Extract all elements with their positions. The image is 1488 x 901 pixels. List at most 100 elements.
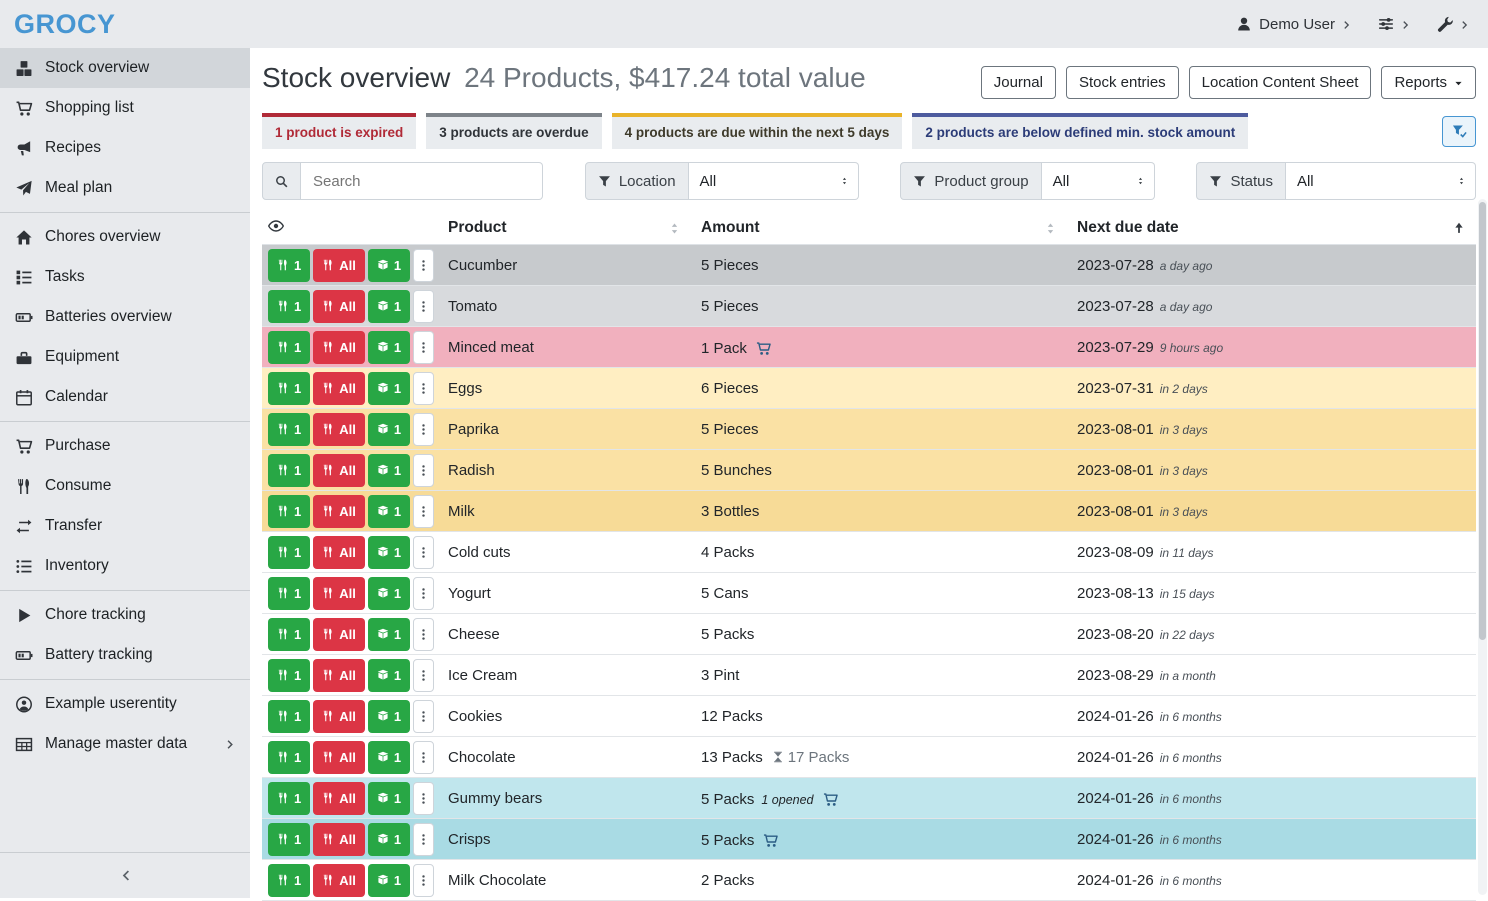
journal-button[interactable]: Journal [981,66,1056,99]
consume-one-button[interactable]: 1 [268,782,310,815]
sidebar-item-manage-master-data[interactable]: Manage master data [0,724,250,764]
sidebar-item-consume[interactable]: Consume [0,466,250,506]
table-row[interactable]: 1 All 1 Radish 5 Bunches 2023-08-01in 3 … [262,450,1476,491]
stock-entries-button[interactable]: Stock entries [1066,66,1179,99]
location-content-sheet-button[interactable]: Location Content Sheet [1189,66,1372,99]
consume-all-button[interactable]: All [313,249,365,282]
status-select[interactable]: All [1286,162,1476,200]
table-row[interactable]: 1 All 1 Crisps 5 Packs 2024-01-26in 6 mo… [262,819,1476,860]
consume-all-button[interactable]: All [313,741,365,774]
table-row[interactable]: 1 All 1 Gummy bears 5 Packs1 opened 2024… [262,778,1476,819]
table-row[interactable]: 1 All 1 Chocolate 13 Packs17 Packs 2024-… [262,737,1476,778]
table-row[interactable]: 1 All 1 Milk 3 Bottles 2023-08-01in 3 da… [262,491,1476,532]
open-one-button[interactable]: 1 [368,823,410,856]
consume-one-button[interactable]: 1 [268,577,310,610]
consume-all-button[interactable]: All [313,454,365,487]
consume-all-button[interactable]: All [313,290,365,323]
table-row[interactable]: 1 All 1 Cucumber 5 Pieces 2023-07-28a da… [262,245,1476,286]
sidebar-item-transfer[interactable]: Transfer [0,506,250,546]
row-menu-button[interactable] [413,536,434,569]
row-menu-button[interactable] [413,290,434,323]
column-amount[interactable]: Amount [691,212,1067,245]
consume-all-button[interactable]: All [313,331,365,364]
search-input[interactable] [301,162,543,200]
sidebar-item-calendar[interactable]: Calendar [0,377,250,417]
open-one-button[interactable]: 1 [368,372,410,405]
open-one-button[interactable]: 1 [368,864,410,897]
consume-all-button[interactable]: All [313,413,365,446]
open-one-button[interactable]: 1 [368,782,410,815]
consume-all-button[interactable]: All [313,536,365,569]
reports-dropdown-button[interactable]: Reports [1381,66,1476,99]
admin-menu[interactable] [1437,16,1470,32]
table-row[interactable]: 1 All 1 Milk Chocolate 2 Packs 2024-01-2… [262,860,1476,901]
consume-all-button[interactable]: All [313,864,365,897]
sidebar-item-meal-plan[interactable]: Meal plan [0,168,250,208]
scrollbar[interactable] [1478,199,1487,895]
open-one-button[interactable]: 1 [368,659,410,692]
consume-one-button[interactable]: 1 [268,454,310,487]
filter-toggle-button[interactable] [1442,116,1476,147]
column-visibility[interactable] [262,212,438,245]
consume-one-button[interactable]: 1 [268,249,310,282]
user-menu[interactable]: Demo User [1236,16,1352,33]
sidebar-item-battery-tracking[interactable]: Battery tracking [0,635,250,675]
status-box-expired[interactable]: 1 product is expired [262,113,416,149]
open-one-button[interactable]: 1 [368,249,410,282]
open-one-button[interactable]: 1 [368,495,410,528]
table-row[interactable]: 1 All 1 Eggs 6 Pieces 2023-07-31in 2 day… [262,368,1476,409]
table-row[interactable]: 1 All 1 Paprika 5 Pieces 2023-08-01in 3 … [262,409,1476,450]
row-menu-button[interactable] [413,782,434,815]
row-menu-button[interactable] [413,618,434,651]
app-logo[interactable]: GROCY [14,9,116,40]
consume-all-button[interactable]: All [313,659,365,692]
consume-all-button[interactable]: All [313,823,365,856]
open-one-button[interactable]: 1 [368,536,410,569]
scrollbar-thumb[interactable] [1479,202,1486,640]
row-menu-button[interactable] [413,577,434,610]
consume-one-button[interactable]: 1 [268,618,310,651]
consume-all-button[interactable]: All [313,372,365,405]
row-menu-button[interactable] [413,495,434,528]
sidebar-item-batteries-overview[interactable]: Batteries overview [0,297,250,337]
sidebar-item-recipes[interactable]: Recipes [0,128,250,168]
row-menu-button[interactable] [413,249,434,282]
row-menu-button[interactable] [413,700,434,733]
consume-one-button[interactable]: 1 [268,372,310,405]
open-one-button[interactable]: 1 [368,700,410,733]
location-select[interactable]: All [689,162,859,200]
sidebar-item-example-userentity[interactable]: Example userentity [0,684,250,724]
table-row[interactable]: 1 All 1 Tomato 5 Pieces 2023-07-28a day … [262,286,1476,327]
status-box-due-soon[interactable]: 4 products are due within the next 5 day… [612,113,903,149]
consume-one-button[interactable]: 1 [268,536,310,569]
eye-icon[interactable] [268,218,284,234]
consume-all-button[interactable]: All [313,577,365,610]
table-row[interactable]: 1 All 1 Ice Cream 3 Pint 2023-08-29in a … [262,655,1476,696]
row-menu-button[interactable] [413,741,434,774]
open-one-button[interactable]: 1 [368,741,410,774]
consume-one-button[interactable]: 1 [268,741,310,774]
row-menu-button[interactable] [413,864,434,897]
table-row[interactable]: 1 All 1 Cheese 5 Packs 2023-08-20in 22 d… [262,614,1476,655]
consume-all-button[interactable]: All [313,700,365,733]
sidebar-item-stock-overview[interactable]: Stock overview [0,48,250,88]
consume-one-button[interactable]: 1 [268,823,310,856]
consume-one-button[interactable]: 1 [268,659,310,692]
table-row[interactable]: 1 All 1 Yogurt 5 Cans 2023-08-13in 15 da… [262,573,1476,614]
sidebar-item-purchase[interactable]: Purchase [0,426,250,466]
consume-one-button[interactable]: 1 [268,864,310,897]
sidebar-item-chore-tracking[interactable]: Chore tracking [0,595,250,635]
column-due-date[interactable]: Next due date [1067,212,1476,245]
column-product[interactable]: Product [438,212,691,245]
row-menu-button[interactable] [413,823,434,856]
sidebar-item-inventory[interactable]: Inventory [0,546,250,586]
table-row[interactable]: 1 All 1 Cold cuts 4 Packs 2023-08-09in 1… [262,532,1476,573]
sidebar-item-tasks[interactable]: Tasks [0,257,250,297]
open-one-button[interactable]: 1 [368,618,410,651]
open-one-button[interactable]: 1 [368,290,410,323]
table-row[interactable]: 1 All 1 Minced meat 1 Pack 2023-07-299 h… [262,327,1476,368]
sidebar-collapse-button[interactable] [0,852,250,898]
open-one-button[interactable]: 1 [368,413,410,446]
row-menu-button[interactable] [413,413,434,446]
sidebar-item-shopping-list[interactable]: Shopping list [0,88,250,128]
